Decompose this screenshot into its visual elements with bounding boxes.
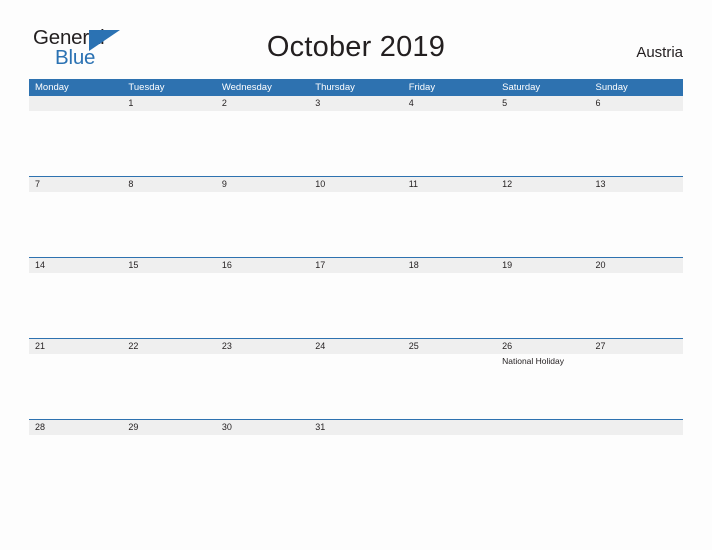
- calendar-weeks: 1 2 3 4 5 6 7 8 9 10 11 12 13 14 15 16 17 18 19 20 21 22 23 24 2…: [29, 96, 683, 500]
- day-cell[interactable]: [590, 435, 683, 500]
- day-cell[interactable]: [216, 111, 309, 176]
- day-cell[interactable]: [309, 111, 402, 176]
- date-number[interactable]: 3: [309, 96, 402, 111]
- day-cell[interactable]: [496, 273, 589, 338]
- week-date-strip: 7 8 9 10 11 12 13: [29, 177, 683, 192]
- weekday-header-row: Monday Tuesday Wednesday Thursday Friday…: [29, 79, 683, 96]
- day-cell[interactable]: [590, 192, 683, 257]
- weekday-header-friday: Friday: [408, 82, 436, 93]
- date-number[interactable]: 17: [309, 258, 402, 273]
- calendar-grid: Monday Tuesday Wednesday Thursday Friday…: [29, 79, 683, 500]
- date-number[interactable]: 24: [309, 339, 402, 354]
- day-cell[interactable]: [29, 192, 122, 257]
- date-number[interactable]: 30: [216, 420, 309, 435]
- date-number: [590, 420, 683, 435]
- date-number[interactable]: 1: [122, 96, 215, 111]
- date-number: [403, 420, 496, 435]
- day-cell[interactable]: [496, 111, 589, 176]
- calendar-week-row: 14 15 16 17 18 19 20: [29, 257, 683, 338]
- date-number[interactable]: 13: [590, 177, 683, 192]
- weekday-header-tuesday: Tuesday: [128, 82, 165, 93]
- date-number[interactable]: 15: [122, 258, 215, 273]
- date-number[interactable]: 29: [122, 420, 215, 435]
- day-cell[interactable]: [29, 111, 122, 176]
- date-number[interactable]: 20: [590, 258, 683, 273]
- day-cell[interactable]: [496, 435, 589, 500]
- day-cell[interactable]: [403, 354, 496, 419]
- date-number[interactable]: 14: [29, 258, 122, 273]
- week-event-strip: National Holiday: [29, 354, 683, 419]
- country-label: Austria: [636, 44, 683, 61]
- day-cell[interactable]: [403, 273, 496, 338]
- date-number[interactable]: 19: [496, 258, 589, 273]
- calendar-week-row: 123456: [29, 96, 683, 176]
- week-event-strip: [29, 273, 683, 338]
- date-number[interactable]: 10: [309, 177, 402, 192]
- date-number[interactable]: 12: [496, 177, 589, 192]
- week-date-strip: 21 22 23 24 25 26 27: [29, 339, 683, 354]
- date-number[interactable]: 21: [29, 339, 122, 354]
- day-cell[interactable]: [403, 111, 496, 176]
- weekday-header-thursday: Thursday: [315, 82, 355, 93]
- weekday-header-wednesday: Wednesday: [221, 82, 272, 93]
- day-cell[interactable]: [590, 354, 683, 419]
- page-header: General Blue October 2019 Austria: [0, 0, 712, 76]
- date-number[interactable]: 28: [29, 420, 122, 435]
- weekday-header-sunday: Sunday: [595, 82, 628, 93]
- week-event-strip: [29, 192, 683, 257]
- day-cell[interactable]: [216, 354, 309, 419]
- date-number[interactable]: 8: [122, 177, 215, 192]
- day-cell[interactable]: [122, 111, 215, 176]
- date-number[interactable]: 5: [496, 96, 589, 111]
- day-cell[interactable]: [29, 435, 122, 500]
- date-number[interactable]: 11: [403, 177, 496, 192]
- day-cell[interactable]: [122, 273, 215, 338]
- week-event-strip: [29, 435, 683, 500]
- date-number[interactable]: 16: [216, 258, 309, 273]
- date-number[interactable]: 27: [590, 339, 683, 354]
- date-number: [496, 420, 589, 435]
- date-number: [29, 96, 122, 111]
- date-number[interactable]: 18: [403, 258, 496, 273]
- week-date-strip: 14 15 16 17 18 19 20: [29, 258, 683, 273]
- weekday-header-monday: Monday: [35, 82, 69, 93]
- day-cell[interactable]: [309, 354, 402, 419]
- page-title: October 2019: [266, 31, 446, 63]
- date-number[interactable]: 2: [216, 96, 309, 111]
- date-number[interactable]: 25: [403, 339, 496, 354]
- day-cell[interactable]: [403, 192, 496, 257]
- weekday-header-saturday: Saturday: [502, 82, 541, 93]
- week-event-strip: [29, 111, 683, 176]
- calendar-week-row: 21 22 23 24 25 26 27 National Holiday: [29, 338, 683, 419]
- date-number[interactable]: 4: [403, 96, 496, 111]
- day-cell[interactable]: [590, 273, 683, 338]
- day-cell[interactable]: [29, 273, 122, 338]
- week-date-strip: 28 29 30 31: [29, 420, 683, 435]
- date-number[interactable]: 26: [496, 339, 589, 354]
- date-number[interactable]: 22: [122, 339, 215, 354]
- day-cell[interactable]: [403, 435, 496, 500]
- day-cell[interactable]: [496, 192, 589, 257]
- date-number[interactable]: 9: [216, 177, 309, 192]
- holiday-label: National Holiday: [502, 356, 565, 366]
- week-date-strip: 123456: [29, 96, 683, 111]
- day-cell[interactable]: [122, 354, 215, 419]
- day-cell[interactable]: [309, 435, 402, 500]
- day-cell[interactable]: [122, 435, 215, 500]
- date-number[interactable]: 23: [216, 339, 309, 354]
- day-cell[interactable]: [216, 435, 309, 500]
- day-cell[interactable]: [309, 192, 402, 257]
- day-cell[interactable]: [216, 273, 309, 338]
- day-cell[interactable]: [122, 192, 215, 257]
- day-cell[interactable]: [216, 192, 309, 257]
- date-number[interactable]: 31: [309, 420, 402, 435]
- day-cell[interactable]: [29, 354, 122, 419]
- date-number[interactable]: 7: [29, 177, 122, 192]
- day-cell[interactable]: [309, 273, 402, 338]
- day-cell[interactable]: [590, 111, 683, 176]
- date-number[interactable]: 6: [590, 96, 683, 111]
- day-cell[interactable]: National Holiday: [496, 354, 589, 419]
- calendar-week-row: 28 29 30 31: [29, 419, 683, 500]
- calendar-week-row: 7 8 9 10 11 12 13: [29, 176, 683, 257]
